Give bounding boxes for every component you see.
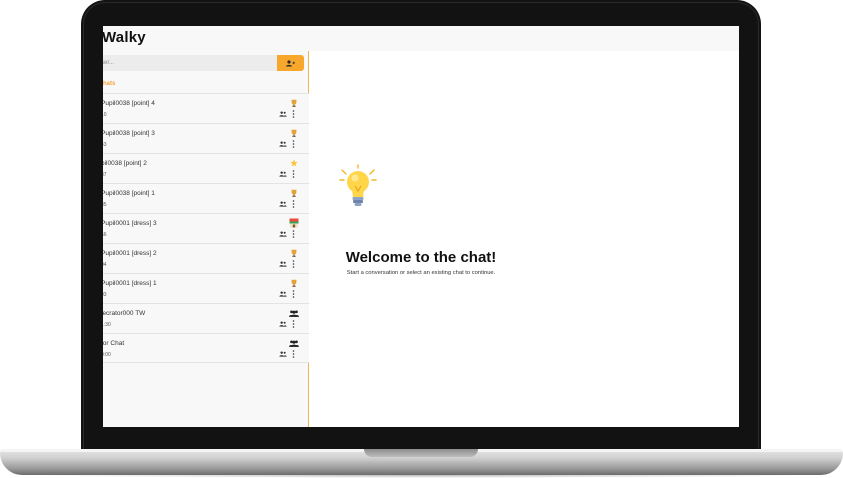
trophy-icon — [289, 188, 299, 198]
chat-list-item[interactable]: lecrator000 TW 1:30 — [103, 303, 309, 333]
members-icon[interactable] — [279, 291, 287, 297]
welcome-subtitle: Start a conversation or select an existi… — [346, 270, 496, 276]
chat-name: lecrator000 TW — [103, 310, 146, 317]
chat-sidebar: hats Pupil0038 [point] 410Pupil0038 [poi… — [103, 51, 309, 427]
chat-name: Pupil0038 [point] 1 — [103, 190, 155, 197]
more-options-icon[interactable] — [292, 200, 295, 208]
search-input[interactable] — [103, 55, 277, 71]
chat-time: 0:00 — [103, 352, 111, 358]
chat-list: Pupil0038 [point] 4 10 Pupil0038 [point] 3… — [103, 93, 309, 363]
star-icon — [289, 158, 299, 168]
chat-list-item[interactable]: Pupil0038 [point] 1 35 — [103, 183, 309, 213]
chat-time: 56 — [103, 232, 107, 238]
shop-icon — [289, 218, 299, 228]
group-icon — [289, 308, 299, 318]
chat-list-item[interactable]: Pupil0038 [point] 3 43 — [103, 123, 309, 153]
trophy-icon — [289, 278, 299, 288]
more-options-icon[interactable] — [292, 230, 295, 238]
chat-list-item[interactable]: pil0038 [point] 2 37 — [103, 153, 309, 183]
more-options-icon[interactable] — [292, 320, 295, 328]
chat-name: Pupil0038 [point] 4 — [103, 100, 155, 107]
app-screen: Walky hats Pupil0038 [point] 410Pupil003… — [103, 26, 739, 427]
laptop-notch — [364, 449, 478, 457]
chat-time: 03 — [103, 292, 107, 298]
lightbulb-icon — [339, 164, 377, 206]
members-icon[interactable] — [279, 171, 287, 177]
chat-name: Pupil0001 [dress] 1 — [103, 280, 157, 287]
members-icon[interactable] — [279, 231, 287, 237]
chat-time: 43 — [103, 142, 107, 148]
search-bar — [103, 55, 304, 71]
trophy-icon — [289, 98, 299, 108]
chat-name: Pupil0038 [point] 3 — [103, 130, 155, 137]
chat-name: tor Chat — [103, 340, 125, 347]
more-options-icon[interactable] — [292, 350, 295, 358]
chat-time: 10 — [103, 112, 107, 118]
welcome-title: Welcome to the chat! — [345, 249, 497, 266]
app-header: Walky — [103, 26, 739, 51]
chat-time: 35 — [103, 202, 107, 208]
chats-section-label: hats — [103, 81, 116, 87]
chat-time: 1:30 — [103, 322, 111, 328]
more-options-icon[interactable] — [292, 290, 295, 298]
chat-list-item[interactable]: tor Chat 0:00 — [103, 333, 309, 363]
members-icon[interactable] — [279, 351, 287, 357]
chat-list-item[interactable]: Pupil0001 [dress] 3 56 — [103, 213, 309, 243]
more-options-icon[interactable] — [292, 110, 295, 118]
chat-list-item[interactable]: Pupil0038 [point] 4 10 — [103, 93, 309, 123]
app-title: Walky — [103, 29, 146, 46]
group-icon — [289, 338, 299, 348]
more-options-icon[interactable] — [292, 140, 295, 148]
members-icon[interactable] — [279, 141, 287, 147]
more-options-icon[interactable] — [292, 170, 295, 178]
add-user-icon — [286, 59, 295, 66]
chat-list-item[interactable]: Pupil0001 [dress] 1 03 — [103, 273, 309, 303]
members-icon[interactable] — [279, 201, 287, 207]
chat-time: 37 — [103, 172, 107, 178]
chat-name: pil0038 [point] 2 — [103, 160, 147, 167]
trophy-icon — [289, 128, 299, 138]
chat-main-area — [309, 51, 739, 427]
chat-name: Pupil0001 [dress] 3 — [103, 220, 157, 227]
add-user-button[interactable] — [277, 55, 304, 71]
members-icon[interactable] — [279, 111, 287, 117]
members-icon[interactable] — [279, 321, 287, 327]
